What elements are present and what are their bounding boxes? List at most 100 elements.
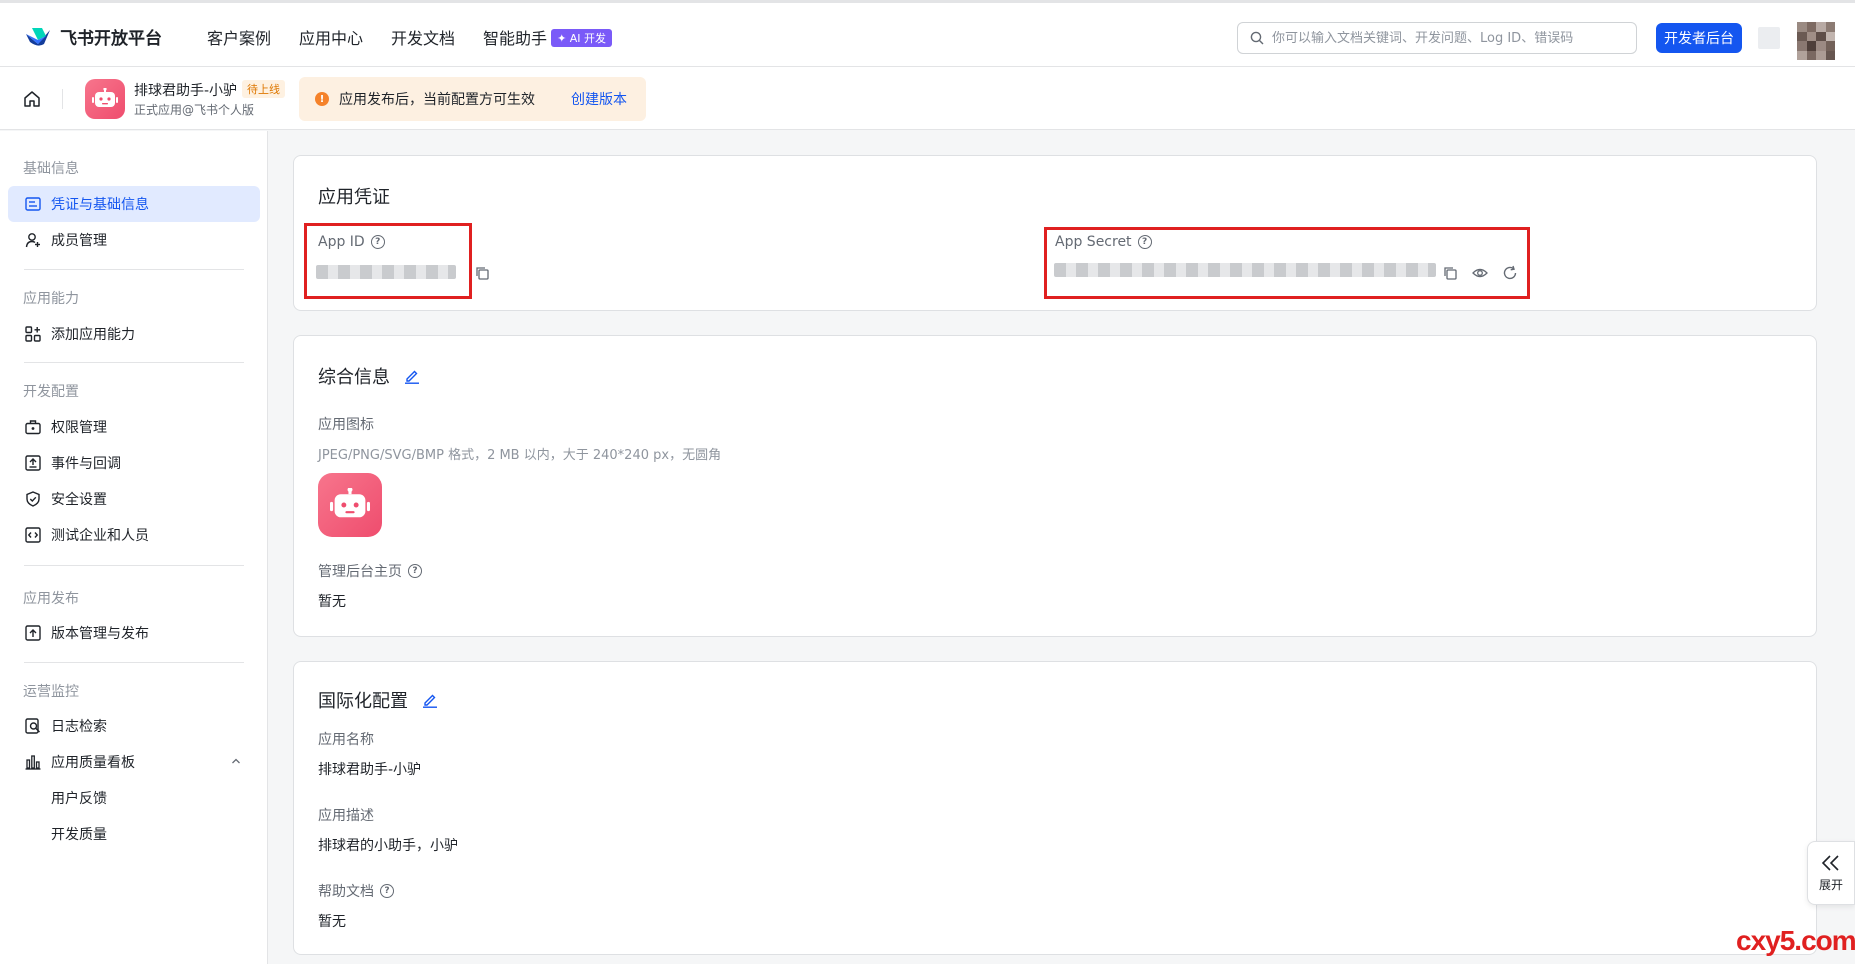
sidebar-item-label: 测试企业和人员 [51, 528, 149, 544]
sidebar-item-label: 日志检索 [51, 719, 107, 735]
sidebar-group-monitoring: 运营监控 [23, 684, 79, 700]
sidebar-item-label: 应用质量看板 [51, 755, 135, 771]
help-doc-value: 暂无 [318, 914, 346, 930]
notice-text: 应用发布后，当前配置方可生效 [339, 92, 535, 108]
sidebar-item-version[interactable]: 版本管理与发布 [8, 615, 260, 651]
sidebar-group-capability: 应用能力 [23, 291, 79, 307]
app-id-label: App ID ? [318, 234, 385, 250]
card-title: 国际化配置 [318, 687, 438, 713]
app-icon[interactable] [85, 79, 125, 119]
edit-icon[interactable] [422, 692, 438, 708]
sidebar-group-dev-config: 开发配置 [23, 384, 79, 400]
sidebar-item-label: 凭证与基础信息 [51, 197, 149, 213]
homepage-label-text: 管理后台主页 [318, 564, 402, 580]
robot-icon [92, 88, 118, 107]
code-box-icon [24, 527, 41, 544]
app-subtitle: 正式应用@飞书个人版 [134, 103, 255, 117]
homepage-value: 暂无 [318, 594, 346, 610]
feishu-logo-icon [26, 27, 50, 46]
sidebar-item-dev-quality[interactable]: 开发质量 [8, 816, 260, 852]
apps-add-icon [24, 326, 41, 343]
create-version-link[interactable]: 创建版本 [571, 89, 627, 109]
briefcase-lock-icon [24, 419, 41, 436]
sidebar-item-credentials[interactable]: 凭证与基础信息 [8, 186, 260, 222]
sidebar-item-add-capability[interactable]: 添加应用能力 [8, 316, 260, 352]
publish-notice: ! 应用发布后，当前配置方可生效 创建版本 [299, 77, 646, 121]
top-navbar: 飞书开放平台 客户案例 应用中心 开发文档 智能助手✦ AI 开发 开发者后台 [0, 0, 1855, 67]
sidebar-item-quality[interactable]: 应用质量看板 [8, 744, 260, 780]
help-doc-label: 帮助文档 ? [318, 881, 394, 901]
notification-placeholder[interactable] [1758, 27, 1780, 49]
divider [24, 662, 244, 663]
app-name: 排球君助手-小驴 [134, 83, 238, 99]
sidebar-item-label: 用户反馈 [51, 791, 107, 807]
sidebar-item-members[interactable]: 成员管理 [8, 222, 260, 258]
eye-icon[interactable] [1472, 265, 1488, 281]
brand-logo[interactable]: 飞书开放平台 [24, 24, 162, 49]
card-title-text: 国际化配置 [318, 691, 408, 712]
copy-icon[interactable] [1442, 265, 1458, 281]
nav-smart-assistant[interactable]: 智能助手 ✦ AI 开发 [483, 25, 613, 49]
sidebar-item-feedback[interactable]: 用户反馈 [8, 780, 260, 816]
sidebar-item-label: 添加应用能力 [51, 327, 135, 343]
expand-label: 展开 [1818, 877, 1843, 892]
app-desc-value: 排球君的小助手，小驴 [318, 838, 458, 854]
sidebar-item-events[interactable]: 事件与回调 [8, 445, 260, 481]
app-secret-value-redacted [1054, 263, 1436, 277]
help-icon[interactable]: ? [408, 564, 422, 578]
expand-panel-button[interactable]: 展开 [1807, 841, 1855, 905]
help-icon[interactable]: ? [370, 235, 385, 249]
refresh-icon[interactable] [1502, 265, 1518, 281]
app-icon-hint: JPEG/PNG/SVG/BMP 格式，2 MB 以内，大于 240*240 p… [318, 448, 722, 463]
sidebar-item-security[interactable]: 安全设置 [8, 481, 260, 517]
help-icon[interactable]: ? [380, 884, 394, 898]
app-secret-label-text: App Secret [1055, 234, 1132, 250]
app-icon-label: 应用图标 [318, 417, 374, 433]
log-search-icon [24, 718, 41, 735]
sidebar: 基础信息 凭证与基础信息 成员管理 应用能力 添加应用能力 开发配置 权限管理 … [0, 131, 268, 964]
nav-app-center[interactable]: 应用中心 [299, 25, 363, 49]
nav-smart-assistant-label: 智能助手 [483, 29, 548, 48]
app-secret-label: App Secret ? [1055, 234, 1152, 250]
app-name-label: 应用名称 [318, 732, 374, 748]
id-card-icon [24, 196, 41, 213]
sidebar-item-label: 权限管理 [51, 420, 107, 436]
bar-chart-icon [24, 754, 41, 771]
main-nav: 客户案例 应用中心 开发文档 智能助手 ✦ AI 开发 [207, 25, 613, 49]
sidebar-item-label: 版本管理与发布 [51, 626, 149, 642]
developer-console-button[interactable]: 开发者后台 [1656, 23, 1742, 53]
homepage-label: 管理后台主页 ? [318, 561, 422, 581]
app-icon-upload[interactable] [318, 473, 382, 537]
sidebar-item-label: 安全设置 [51, 492, 107, 508]
chevron-up-icon[interactable] [230, 755, 242, 767]
brand-name: 飞书开放平台 [60, 29, 162, 49]
app-header-bar: 排球君助手-小驴 待上线 正式应用@飞书个人版 ! 应用发布后，当前配置方可生效… [0, 67, 1855, 130]
sidebar-item-label: 成员管理 [51, 233, 107, 249]
copy-icon[interactable] [474, 265, 490, 281]
edit-icon[interactable] [404, 368, 420, 384]
sidebar-item-permissions[interactable]: 权限管理 [8, 409, 260, 445]
home-icon[interactable] [22, 89, 42, 109]
help-icon[interactable]: ? [1137, 235, 1152, 249]
upload-icon [24, 625, 41, 642]
robot-icon [330, 488, 370, 518]
nav-dev-docs[interactable]: 开发文档 [391, 25, 455, 49]
avatar[interactable] [1797, 22, 1835, 60]
nav-customer-cases[interactable]: 客户案例 [207, 25, 271, 49]
divider [62, 89, 63, 109]
sidebar-group-release: 应用发布 [23, 591, 79, 607]
card-title: 综合信息 [318, 363, 420, 389]
card-title: 应用凭证 [318, 187, 390, 208]
user-add-icon [24, 232, 41, 249]
search-box[interactable] [1237, 22, 1637, 54]
status-badge: 待上线 [242, 80, 285, 98]
divider [24, 269, 244, 270]
event-callback-icon [24, 455, 41, 472]
app-desc-label: 应用描述 [318, 808, 374, 824]
help-doc-label-text: 帮助文档 [318, 884, 374, 900]
sidebar-item-logs[interactable]: 日志检索 [8, 708, 260, 744]
search-icon [1250, 31, 1264, 45]
app-id-label-text: App ID [318, 234, 365, 250]
search-input[interactable] [1272, 30, 1622, 46]
sidebar-item-test-enterprise[interactable]: 测试企业和人员 [8, 517, 260, 553]
